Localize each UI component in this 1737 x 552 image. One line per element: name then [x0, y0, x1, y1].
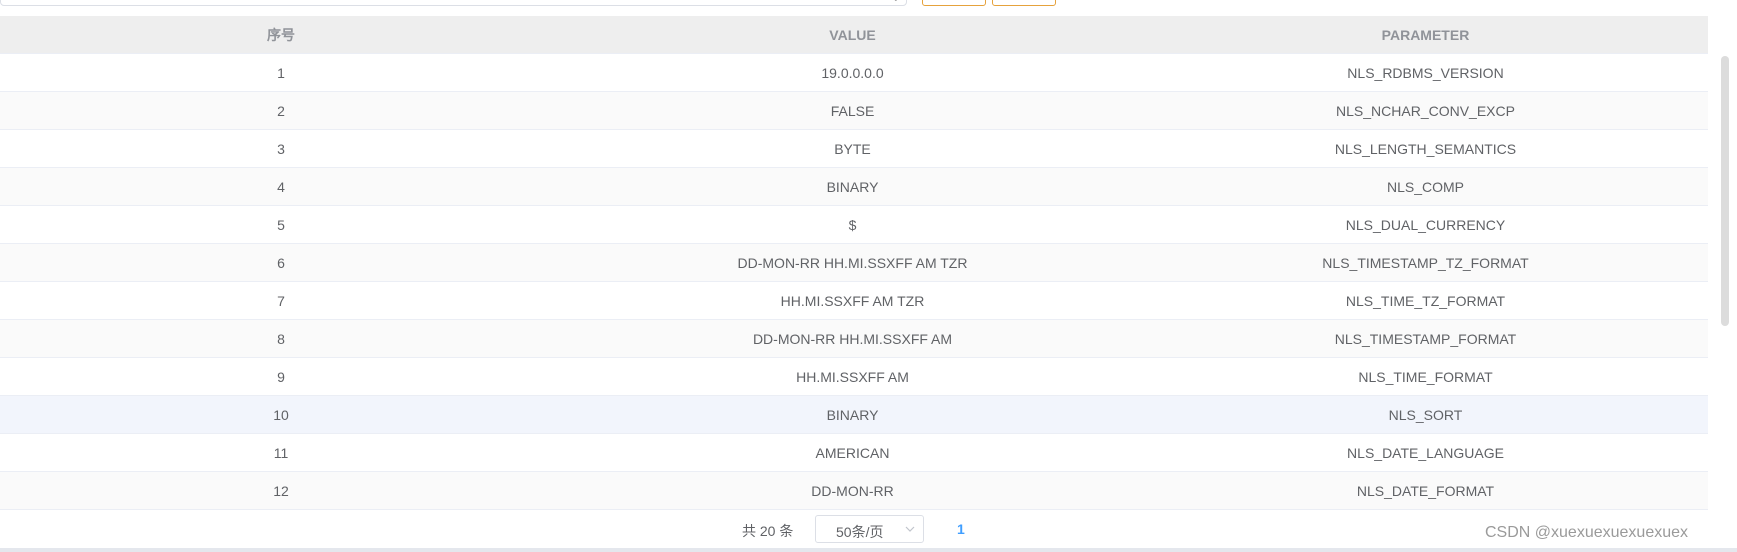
table-cell-parameter: NLS_DUAL_CURRENCY	[1143, 205, 1708, 244]
table-cell-parameter: NLS_DATE_FORMAT	[1143, 471, 1708, 510]
query-select[interactable]: ⌄	[0, 0, 907, 6]
table-cell-value: BINARY	[562, 395, 1143, 434]
toolbar-button-1[interactable]	[922, 0, 986, 6]
table-cell-parameter: NLS_COMP	[1143, 167, 1708, 206]
table-cell-index: 4	[0, 167, 562, 206]
table-cell-index: 7	[0, 281, 562, 320]
table-cell-value: HH.MI.SSXFF AM TZR	[562, 281, 1143, 320]
table-cell-index: 10	[0, 395, 562, 434]
table-row[interactable]: 8 DD-MON-RR HH.MI.SSXFF AM NLS_TIMESTAMP_F…	[0, 319, 1708, 358]
table-cell-value: DD-MON-RR HH.MI.SSXFF AM	[562, 319, 1143, 358]
column-header-parameter[interactable]: PARAMETER	[1143, 16, 1708, 54]
table-cell-index: 3	[0, 129, 562, 168]
table-cell-value: DD-MON-RR HH.MI.SSXFF AM TZR	[562, 243, 1143, 282]
table-cell-value: DD-MON-RR	[562, 471, 1143, 510]
page: ⌄ 序号 VALUE PARAMETER 119.0.0.0.0NLS_RDBM…	[0, 0, 1737, 552]
table-cell-index: 6	[0, 243, 562, 282]
table-row[interactable]: 2 FALSE NLS_NCHAR_CONV_EXCP	[0, 91, 1708, 130]
table-row[interactable]: 12 DD-MON-RR NLS_DATE_FORMAT	[0, 471, 1708, 510]
table-row[interactable]: 3 BYTE NLS_LENGTH_SEMANTICS	[0, 129, 1708, 168]
table-cell-index: 9	[0, 357, 562, 396]
table-row[interactable]: 4 BINARY NLS_COMP	[0, 167, 1708, 206]
table-row[interactable]: 1 19.0.0.0.0 NLS_RDBMS_VERSION	[0, 53, 1708, 92]
table-cell-index: 12	[0, 471, 562, 510]
table-cell-index: 5	[0, 205, 562, 244]
table-body: 1 19.0.0.0.0 NLS_RDBMS_VERSION 2 FALSE NLS_NC…	[0, 53, 1708, 510]
column-header-index[interactable]: 序号	[0, 16, 562, 54]
table-cell-index: 1	[0, 53, 562, 92]
toolbar-button-2[interactable]	[992, 0, 1056, 6]
column-header-value[interactable]: VALUE	[562, 16, 1143, 54]
table-cell-value: BYTE	[562, 129, 1143, 168]
table-cell-index: 2	[0, 91, 562, 130]
table-cell-parameter: NLS_DATE_LANGUAGE	[1143, 433, 1708, 472]
table-cell-parameter: NLS_TIMESTAMP_FORMAT	[1143, 319, 1708, 358]
table-cell-value: HH.MI.SSXFF AM	[562, 357, 1143, 396]
page-size-select[interactable]: 50条/页	[815, 515, 924, 543]
table-row[interactable]: 6 DD-MON-RR HH.MI.SSXFF AM TZR NLS_TIMESTA…	[0, 243, 1708, 282]
toolbar: ⌄	[0, 0, 1737, 16]
table-cell-parameter: NLS_SORT	[1143, 395, 1708, 434]
table-row[interactable]: 5 $ NLS_DUAL_CURRENCY	[0, 205, 1708, 244]
watermark: CSDN @xuexuexuexuexuex	[1485, 524, 1689, 541]
scrollbar-thumb[interactable]	[1721, 56, 1729, 326]
table-cell-index: 11	[0, 433, 562, 472]
table-cell-value: AMERICAN	[562, 433, 1143, 472]
pagination: 共 20 条 50条/页 1	[0, 512, 1737, 550]
pagination-total: 共 20 条	[742, 523, 794, 539]
table-cell-parameter: NLS_NCHAR_CONV_EXCP	[1143, 91, 1708, 130]
table-row[interactable]: 11 AMERICAN NLS_DATE_LANGUAGE	[0, 433, 1708, 472]
chevron-down-icon: ⌄	[892, 0, 900, 4]
table-cell-parameter: NLS_TIME_FORMAT	[1143, 357, 1708, 396]
table-cell-parameter: NLS_LENGTH_SEMANTICS	[1143, 129, 1708, 168]
table-cell-value: $	[562, 205, 1143, 244]
table-cell-parameter: NLS_RDBMS_VERSION	[1143, 53, 1708, 92]
table-row[interactable]: 7 HH.MI.SSXFF AM TZR NLS_TIME_TZ_FORMAT	[0, 281, 1708, 320]
table-cell-value: FALSE	[562, 91, 1143, 130]
page-size-label: 50条/页	[836, 524, 884, 540]
table-cell-value: 19.0.0.0.0	[562, 53, 1143, 92]
table-cell-parameter: NLS_TIMESTAMP_TZ_FORMAT	[1143, 243, 1708, 282]
results-table: 序号 VALUE PARAMETER 1 19.0.0.0.0 NLS_RDBMS_…	[0, 16, 1708, 512]
table-header-row: 序号 VALUE PARAMETER	[0, 16, 1708, 54]
pagination-page-current[interactable]: 1	[957, 521, 965, 537]
table-cell-index: 8	[0, 319, 562, 358]
chevron-down-icon	[905, 526, 915, 532]
table-row[interactable]: 10 BINARY NLS_SORT	[0, 395, 1708, 434]
table-cell-parameter: NLS_TIME_TZ_FORMAT	[1143, 281, 1708, 320]
divider	[0, 548, 1737, 552]
table-cell-value: BINARY	[562, 167, 1143, 206]
table-row[interactable]: 9 HH.MI.SSXFF AM NLS_TIME_FORMAT	[0, 357, 1708, 396]
